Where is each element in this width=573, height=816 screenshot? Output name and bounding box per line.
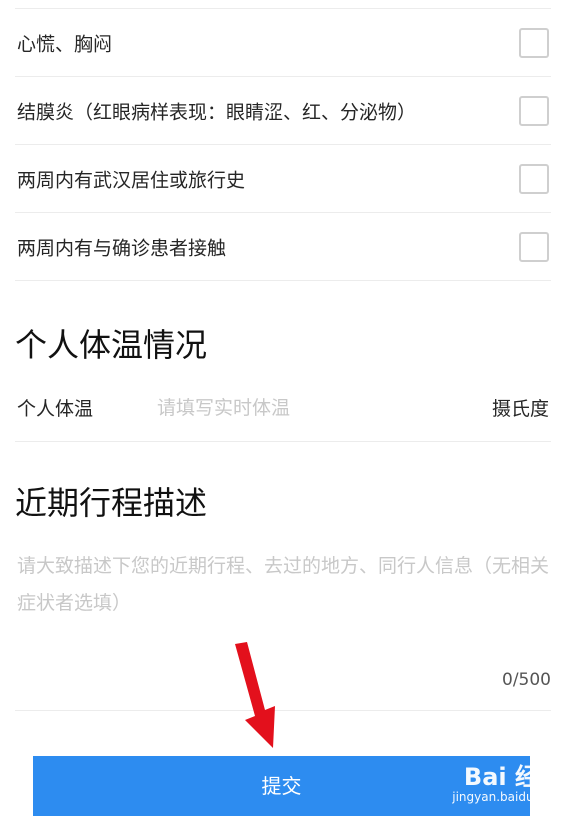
temperature-unit: 摄氏度 (491, 398, 549, 420)
red-arrow-annotation (235, 642, 275, 748)
symptom-row-conjunctivitis[interactable]: 结膜炎（红眼病样表现：眼睛涩、红、分泌物） (15, 77, 551, 145)
symptom-label: 心慌、胸闷 (17, 33, 113, 55)
symptom-row-contact[interactable]: 两周内有与确诊患者接触 (15, 213, 551, 281)
symptom-row-palpitation[interactable]: 心慌、胸闷 (15, 9, 551, 77)
symptom-label: 结膜炎（红眼病样表现：眼睛涩、红、分泌物） (17, 101, 417, 123)
symptom-checkbox[interactable] (519, 95, 549, 126)
character-counter: 0/500 (502, 670, 551, 690)
temperature-input[interactable] (155, 392, 459, 424)
watermark-url: jingyan.baidu.com (452, 790, 563, 804)
symptom-label: 两周内有武汉居住或旅行史 (17, 169, 246, 191)
temperature-section-title: 个人体温情况 (15, 326, 208, 364)
itinerary-textarea[interactable] (15, 548, 551, 638)
symptom-label: 两周内有与确诊患者接触 (17, 237, 227, 259)
baidu-jingyan-watermark: Bai 经验 jingyan.baidu.com (452, 757, 563, 804)
watermark-brand: Bai 经验 (463, 763, 563, 791)
symptom-checkbox[interactable] (519, 231, 549, 262)
symptom-checkbox[interactable] (519, 163, 549, 194)
itinerary-section-title: 近期行程描述 (15, 484, 208, 522)
temperature-label: 个人体温 (17, 398, 94, 420)
symptom-row-wuhan-travel[interactable]: 两周内有武汉居住或旅行史 (15, 145, 551, 213)
temperature-row: 个人体温 摄氏度 (15, 374, 551, 442)
symptom-checkbox[interactable] (519, 27, 549, 58)
